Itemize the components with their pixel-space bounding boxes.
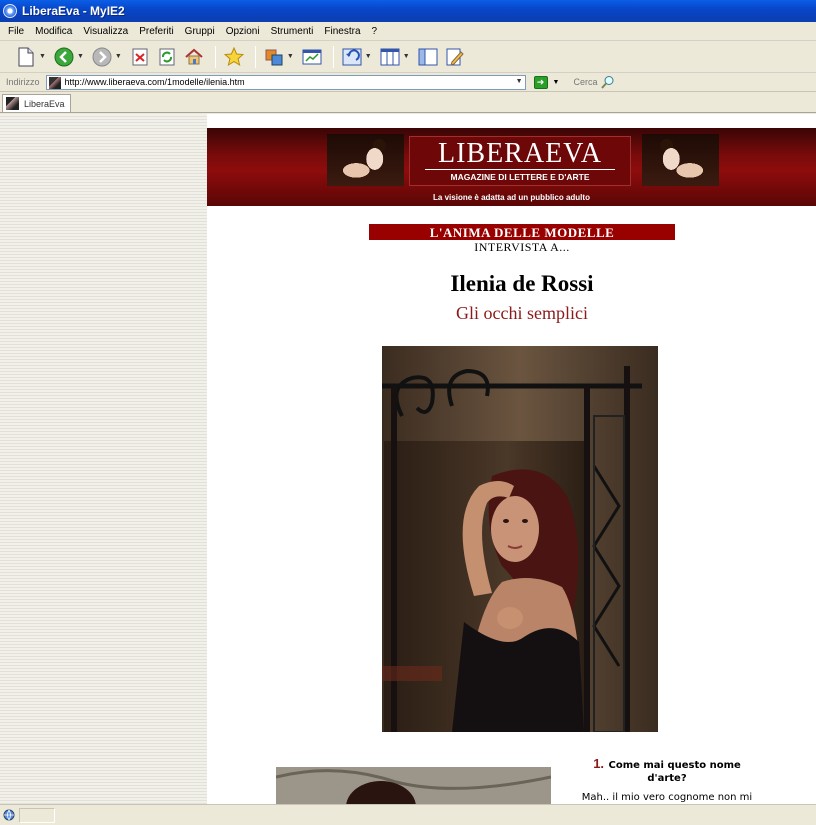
menu-preferiti[interactable]: Preferiti	[139, 26, 173, 37]
new-page-dropdown[interactable]: ▼	[39, 53, 46, 60]
go-arrow-icon: ➜	[536, 76, 545, 87]
model-photo-art	[382, 346, 658, 732]
stop-icon	[132, 48, 148, 65]
section-label: L'ANIMA DELLE MODELLE	[429, 225, 615, 240]
question-number: 1.	[593, 756, 605, 771]
menu-visualizza[interactable]: Visualizza	[83, 26, 128, 37]
toolbar-separator	[332, 45, 334, 68]
toolbar-separator	[254, 45, 256, 68]
search-button[interactable]	[601, 75, 615, 89]
undo-dropdown[interactable]: ▼	[365, 53, 372, 60]
undo-close-button[interactable]	[340, 45, 364, 69]
question-text-line-2: d'arte?	[647, 773, 687, 784]
adult-notice: La visione è adatta ad un pubblico adult…	[433, 193, 590, 202]
forward-button[interactable]	[90, 45, 114, 69]
toolbar-separator	[214, 45, 216, 68]
edit-button[interactable]	[443, 45, 467, 69]
window-icon	[302, 49, 322, 64]
new-page-icon	[18, 47, 34, 66]
banner-photo-left	[327, 134, 404, 186]
banner-logo[interactable]: LIBERAEVA MAGAZINE DI LETTERE E D'ARTE	[409, 136, 631, 186]
menu-opzioni[interactable]: Opzioni	[226, 26, 260, 37]
forward-arrow-icon	[92, 47, 112, 66]
article-title: Gli occhi semplici	[456, 303, 588, 323]
edit-icon	[446, 48, 464, 66]
question-1: 1. Come mai questo nome d'arte?	[572, 755, 762, 784]
browser-window: LiberaEva - MyIE2 File Modifica Visualiz…	[0, 0, 816, 825]
menu-modifica[interactable]: Modifica	[35, 26, 72, 37]
search-icon	[601, 76, 614, 89]
panel-button[interactable]	[416, 45, 440, 69]
address-label: Indirizzo	[6, 77, 40, 87]
refresh-icon	[159, 48, 175, 65]
translate-icon	[265, 49, 283, 65]
tab-label: LiberaEva	[24, 98, 65, 109]
menu-strumenti[interactable]: Strumenti	[271, 26, 314, 37]
menu-help[interactable]: ?	[372, 26, 378, 37]
toolbar: ▼ ▼ ▼ ▼ ▼ ▼	[0, 41, 816, 73]
app-icon[interactable]	[3, 4, 17, 18]
web-page: LIBERAEVA MAGAZINE DI LETTERE E D'ARTE L…	[207, 114, 816, 804]
globe-icon	[3, 809, 15, 821]
star-icon	[223, 46, 244, 66]
answer-text: Mah.. il mio vero cognome non mi	[581, 792, 753, 803]
model-photo[interactable]	[382, 346, 658, 732]
tab-favicon	[6, 97, 19, 110]
url-text[interactable]: http://www.liberaeva.com/1modelle/ilenia…	[65, 77, 245, 87]
window-button[interactable]	[300, 45, 324, 69]
panel-icon	[418, 48, 438, 65]
page-top-strip	[207, 114, 816, 128]
tab-liberaeva[interactable]: LiberaEva	[2, 94, 71, 112]
section-subheading: INTERVISTA A...	[474, 240, 570, 254]
stop-button[interactable]	[128, 45, 152, 69]
home-icon	[185, 48, 203, 64]
banner-photo-right	[642, 134, 719, 186]
site-banner[interactable]: LIBERAEVA MAGAZINE DI LETTERE E D'ARTE L…	[207, 128, 816, 206]
url-input[interactable]: http://www.liberaeva.com/1modelle/ilenia…	[45, 74, 526, 90]
title-bar[interactable]: LiberaEva - MyIE2	[0, 0, 816, 22]
search-label[interactable]: Cerca	[573, 77, 597, 87]
question-text: Come mai questo nome	[608, 760, 741, 771]
back-arrow-icon	[54, 47, 74, 66]
tab-bar: LiberaEva	[0, 93, 816, 113]
go-button[interactable]: ➜	[533, 75, 548, 89]
model-name: Ilenia de Rossi	[450, 271, 594, 296]
translate-button[interactable]	[262, 45, 286, 69]
status-bar	[0, 804, 816, 825]
url-dropdown[interactable]: ▼	[516, 78, 523, 85]
menu-bar: File Modifica Visualizza Preferiti Grupp…	[0, 22, 816, 41]
menu-finestra[interactable]: Finestra	[324, 26, 360, 37]
banner-subtitle: MAGAZINE DI LETTERE E D'ARTE	[450, 172, 590, 182]
columns-button[interactable]	[378, 45, 402, 69]
home-button[interactable]	[182, 45, 206, 69]
favorites-button[interactable]	[222, 45, 246, 69]
translate-dropdown[interactable]: ▼	[287, 53, 294, 60]
go-dropdown[interactable]: ▼	[553, 79, 560, 86]
banner-title: LIBERAEVA	[437, 138, 603, 169]
forward-dropdown[interactable]: ▼	[115, 53, 122, 60]
columns-dropdown[interactable]: ▼	[403, 53, 410, 60]
refresh-button[interactable]	[155, 45, 179, 69]
new-page-button[interactable]	[14, 45, 38, 69]
second-photo-art	[276, 767, 551, 804]
banner-rule	[425, 169, 615, 170]
back-dropdown[interactable]: ▼	[77, 53, 84, 60]
menu-file[interactable]: File	[8, 26, 24, 37]
section-heading: L'ANIMA DELLE MODELLE	[369, 224, 675, 240]
undo-icon	[342, 48, 362, 65]
second-photo[interactable]	[276, 767, 551, 804]
status-panel	[19, 807, 55, 823]
address-bar: Indirizzo http://www.liberaeva.com/1mode…	[0, 73, 816, 92]
back-button[interactable]	[52, 45, 76, 69]
window-title: LiberaEva - MyIE2	[22, 4, 125, 18]
site-favicon	[48, 76, 61, 89]
columns-icon	[380, 48, 400, 65]
page-viewport[interactable]: LIBERAEVA MAGAZINE DI LETTERE E D'ARTE L…	[0, 114, 816, 804]
menu-gruppi[interactable]: Gruppi	[185, 26, 215, 37]
